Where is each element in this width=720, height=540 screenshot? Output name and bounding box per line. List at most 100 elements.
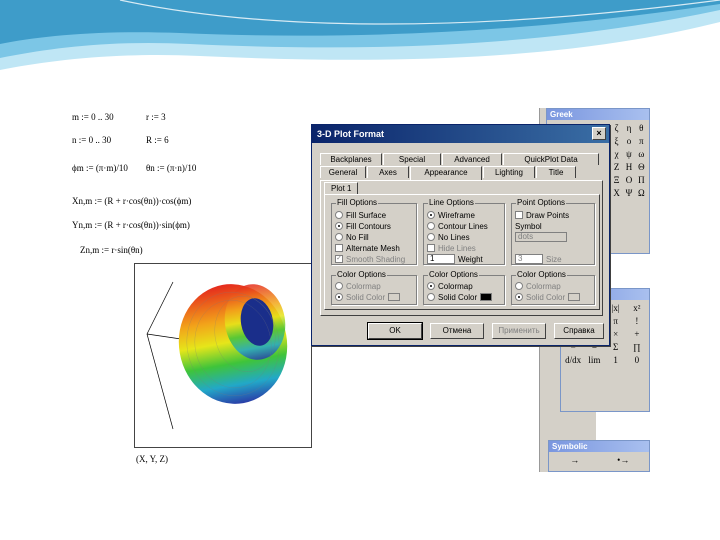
radio-selected-icon[interactable] [335,222,343,230]
checkbox-icon[interactable] [515,211,523,219]
tab-backplanes[interactable]: Backplanes [320,153,382,165]
tab-title[interactable]: Title [536,166,576,178]
calculator-symbol-button[interactable]: lim [584,354,604,366]
calculator-symbol-button[interactable]: ∏ [627,341,647,353]
draw-points-option[interactable]: Draw Points [515,210,569,220]
eq-phi-def[interactable]: ϕm := (π·m)/10 [72,163,128,173]
apply-button[interactable]: Применить [492,323,546,339]
smooth-shading-option[interactable]: ✓ Smooth Shading [335,254,405,264]
greek-symbol-button[interactable]: Θ [636,161,647,173]
greek-symbol-button[interactable]: ξ [611,135,622,147]
checkbox-checked-icon[interactable]: ✓ [335,255,343,263]
greek-symbol-button[interactable]: Ψ [623,187,634,199]
radio-icon[interactable] [335,211,343,219]
symbol-dropdown[interactable]: dots [515,232,567,242]
fill-surface-option[interactable]: Fill Surface [335,210,386,220]
calculator-symbol-button[interactable]: 0 [627,354,647,366]
radio-icon[interactable] [427,293,435,301]
ok-button[interactable]: OK [367,322,423,340]
eq-z-def[interactable]: Zn,m := r·sin(θn) [80,245,143,255]
tab-special[interactable]: Special [383,153,441,165]
weight-spinner[interactable]: 1 [427,254,455,264]
point-solid-color-option[interactable]: Solid Color [515,292,581,302]
size-spinner[interactable]: 3 [515,254,543,264]
symbolic-symbol-button[interactable]: •→ [600,454,648,466]
calculator-symbol-button[interactable]: + [627,328,647,340]
color-swatch[interactable] [388,293,401,301]
checkbox-icon[interactable] [335,244,343,252]
color-swatch[interactable] [480,293,493,301]
tab-quickplot-data[interactable]: QuickPlot Data [503,153,599,165]
eq-x-def[interactable]: Xn,m := (R + r·cos(θn))·cos(ϕm) [72,196,191,206]
size-label: Size [546,254,562,264]
greek-symbol-button[interactable]: χ [611,148,622,160]
greek-symbol-button[interactable]: ψ [623,148,634,160]
line-color-options-group: Color Options Colormap Solid Color [423,270,505,305]
eq-r-def[interactable]: r := 3 [146,112,166,122]
close-icon[interactable]: × [592,127,606,140]
eq-n-range[interactable]: n := 0 .. 30 [72,135,111,145]
radio-selected-icon[interactable] [427,211,435,219]
dialog-title-bar[interactable]: 3-D Plot Format × [312,125,609,143]
symbolic-symbol-button[interactable]: → [551,454,599,466]
greek-symbol-button[interactable]: θ [636,122,647,134]
greek-symbol-button[interactable]: ο [623,135,634,147]
greek-symbol-button[interactable]: Χ [611,187,622,199]
radio-icon[interactable] [427,233,435,241]
radio-icon[interactable] [335,282,343,290]
torus-3d-plot[interactable] [134,263,312,448]
eq-m-range[interactable]: m := 0 .. 30 [72,112,114,122]
radio-icon[interactable] [427,222,435,230]
fill-color-options-label: Color Options [336,270,387,279]
fill-solid-color-option[interactable]: Solid Color [335,292,401,302]
tab-lighting[interactable]: Lighting [483,166,535,178]
line-solid-color-option[interactable]: Solid Color [427,292,493,302]
greek-symbol-button[interactable]: Π [636,174,647,186]
greek-symbol-button[interactable]: Ξ [611,174,622,186]
torus-image [146,281,288,430]
point-colormap-option[interactable]: Colormap [515,281,561,291]
tab-axes[interactable]: Axes [367,166,409,178]
calculator-symbol-button[interactable]: 1 [606,354,626,366]
tab-advanced[interactable]: Advanced [442,153,502,165]
wireframe-option[interactable]: Wireframe [427,210,475,220]
calculator-symbol-button[interactable]: x² [627,302,647,314]
alternate-mesh-option[interactable]: Alternate Mesh [335,243,400,253]
radio-selected-icon[interactable] [335,293,343,301]
help-button[interactable]: Справка [554,323,604,339]
line-colormap-option[interactable]: Colormap [427,281,473,291]
color-swatch[interactable] [568,293,581,301]
tab-appearance[interactable]: Appearance [410,166,482,180]
tab-general[interactable]: General [320,166,366,178]
greek-symbol-button[interactable]: ω [636,148,647,160]
hide-lines-option[interactable]: Hide Lines [427,243,476,253]
eq-y-def[interactable]: Yn,m := (R + r·cos(θn))·sin(ϕm) [72,220,190,230]
greek-symbol-button[interactable]: Ζ [611,161,622,173]
greek-symbol-button[interactable]: ζ [611,122,622,134]
greek-palette-title[interactable]: Greek [547,109,649,120]
symbolic-palette-title[interactable]: Symbolic [549,441,649,452]
plot-format-dialog[interactable]: 3-D Plot Format × Backplanes Special Adv… [311,124,610,346]
radio-icon[interactable] [335,233,343,241]
greek-symbol-button[interactable]: Ω [636,187,647,199]
calculator-symbol-button[interactable]: d/dx [563,354,583,366]
tab-plot-1[interactable]: Plot 1 [324,182,359,194]
greek-symbol-button[interactable]: Η [623,161,634,173]
contour-lines-option[interactable]: Contour Lines [427,221,488,231]
radio-selected-icon[interactable] [515,293,523,301]
no-lines-option[interactable]: No Lines [427,232,470,242]
eq-R-def[interactable]: R := 6 [146,135,169,145]
eq-theta-def[interactable]: θn := (π·n)/10 [146,163,196,173]
symbolic-palette[interactable]: Symbolic → •→ [548,440,650,472]
greek-symbol-button[interactable]: π [636,135,647,147]
greek-symbol-button[interactable]: η [623,122,634,134]
no-fill-option[interactable]: No Fill [335,232,369,242]
radio-icon[interactable] [515,282,523,290]
fill-colormap-option[interactable]: Colormap [335,281,381,291]
checkbox-icon[interactable] [427,244,435,252]
radio-selected-icon[interactable] [427,282,435,290]
cancel-button[interactable]: Отмена [430,323,484,339]
greek-symbol-button[interactable]: Ο [623,174,634,186]
calculator-symbol-button[interactable]: ! [627,315,647,327]
fill-contours-option[interactable]: Fill Contours [335,221,391,231]
